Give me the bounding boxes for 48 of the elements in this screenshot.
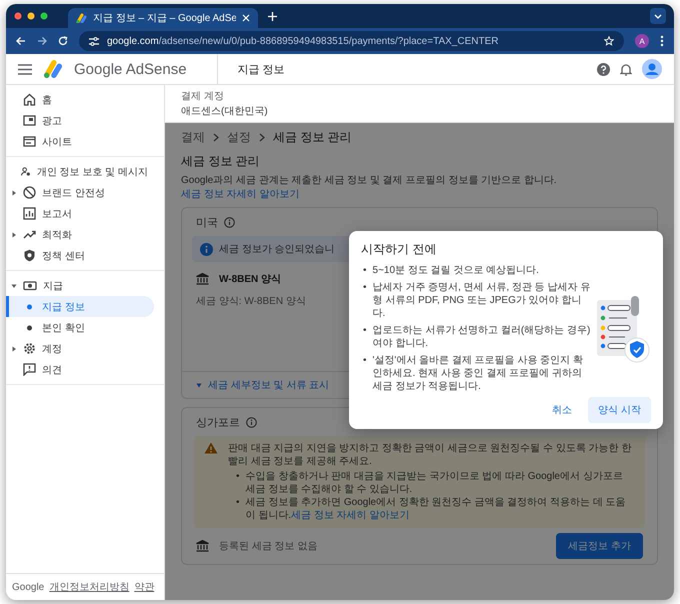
account-label: 결제 계정 xyxy=(181,90,225,103)
country-name: 미국 xyxy=(196,216,218,230)
address-bar[interactable]: google.com/adsense/new/u/0/pub-8868959494983515/payments/?place=TAX_CENTER xyxy=(79,31,624,51)
sidebar-item[interactable]: 개인 정보 보호 및 메시지 xyxy=(6,161,154,182)
dialog-title: 시작하기 전에 xyxy=(361,241,438,258)
sidebar-item[interactable]: 홈 xyxy=(6,89,154,110)
warning-bullet: 세금 정보를 추가하면 Google에서 정확한 원천징수 금액을 결정하여 적용하는 데 도움이 됩니다.세금 정보 자세히 알아보기 xyxy=(246,496,627,522)
page-title: 지급 정보 xyxy=(238,62,285,76)
bullet-mark: • xyxy=(236,496,240,510)
section-title: 세금 정보 관리 xyxy=(181,153,261,170)
form-name: W-8BEN 양식 xyxy=(219,273,282,286)
banner-text: 세금 정보가 승인되었습니 xyxy=(219,243,335,256)
empty-state-text: 등록된 세금 정보 없음 xyxy=(219,540,318,553)
sidebar-item[interactable]: 본인 확인 xyxy=(6,317,154,338)
start-form-button[interactable]: 양식 시작 xyxy=(588,397,651,423)
section-description: Google과의 세금 관계는 제출한 세금 정보 및 결제 프로필의 정보를 기반으로 합니다. 세금 정보 자세히 알아보기 xyxy=(181,174,558,201)
warning-text: 판매 대금 지급의 지연을 방지하고 정확한 금액이 세금으로 원천징수될 수 있도록 가능한 한 빨리 세금 정보를 제공해 주세요. xyxy=(228,442,632,468)
dialog-bullet: 업로드하는 서류가 선명하고 컬러(해당하는 경우)여야 합니다. xyxy=(372,324,591,350)
cancel-button[interactable]: 취소 xyxy=(544,397,580,423)
breadcrumb-item: 세금 정보 관리 xyxy=(273,129,352,146)
sidebar-item[interactable]: 브랜드 안전성 xyxy=(6,182,154,203)
dialog-bullet: '설정'에서 올바른 결제 프로필을 사용 중인지 확인하세요. 현재 사용 중인 결제 프로필에 귀하의 세금 정보가 적용됩니다. xyxy=(372,354,584,393)
sidebar-item[interactable]: 보고서 xyxy=(6,203,154,224)
product-name: Google AdSense xyxy=(74,60,187,78)
country-name: 싱가포르 xyxy=(196,416,240,430)
sidebar-item[interactable]: 계정 xyxy=(6,338,154,359)
sidebar-item[interactable]: 지급 정보 xyxy=(6,296,154,317)
sidebar-item[interactable]: 최적화 xyxy=(6,224,154,245)
sidebar-item[interactable]: 광고 xyxy=(6,110,154,131)
bullet-mark: • xyxy=(363,264,367,277)
dialog-bullet: 5~10분 정도 걸릴 것으로 예상됩니다. xyxy=(372,264,539,277)
bullet-mark: • xyxy=(236,470,240,484)
profile-avatar[interactable]: A xyxy=(635,34,649,48)
form-detail: 세금 양식: W-8BEN 양식 xyxy=(196,295,306,308)
bullet-mark: • xyxy=(363,281,367,295)
footer-brand: Google xyxy=(12,582,44,592)
warning-bullet: 수입을 창출하거나 판매 대금을 지급받는 국가이므로 법에 따라 Google에서 싱가포르 세금 정보를 수집해야 할 수 있습니다. xyxy=(246,470,624,496)
footer-link[interactable]: 약관 xyxy=(134,580,154,594)
sidebar-item[interactable]: 의견 xyxy=(6,359,154,380)
footer-link[interactable]: 개인정보처리방침 xyxy=(49,580,130,594)
bullet-mark: • xyxy=(363,354,367,368)
bullet-mark: • xyxy=(363,324,367,338)
url-text: google.com/adsense/new/u/0/pub-8868959494983515/payments/?place=TAX_CENTER xyxy=(107,36,500,46)
account-name: 애드센스(대한민국) xyxy=(181,105,269,118)
sidebar-item[interactable]: 지급 xyxy=(6,275,154,296)
sidebar-item[interactable]: 사이트 xyxy=(6,131,154,152)
dialog-bullet: 납세자 거주 증명서, 면세 서류, 정관 등 납세자 유형 서류의 PDF, PNG 또는 JPEG가 있어야 합니다. xyxy=(372,281,591,320)
sidebar-item[interactable]: 정책 센터 xyxy=(6,245,154,266)
